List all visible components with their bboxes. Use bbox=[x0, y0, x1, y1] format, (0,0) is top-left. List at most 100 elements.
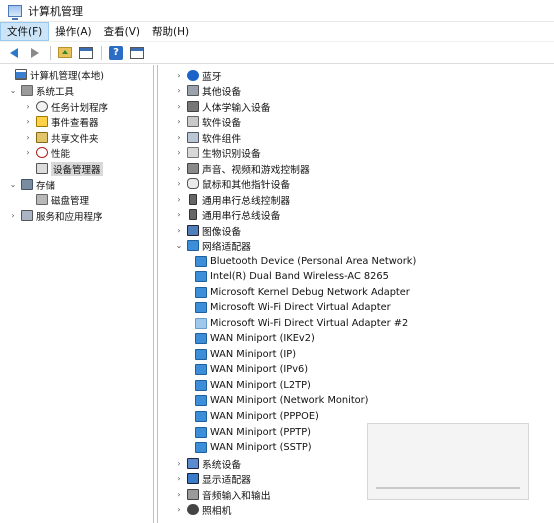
device-label: 人体学输入设备 bbox=[202, 102, 271, 114]
chevron-right-icon[interactable]: › bbox=[174, 179, 184, 188]
tree-item-performance[interactable]: › 性能 bbox=[23, 145, 70, 160]
up-level-button[interactable] bbox=[55, 44, 75, 62]
device-category-software-components[interactable]: › 软件组件 bbox=[174, 130, 241, 145]
menu-bar: 文件(F) 操作(A) 查看(V) 帮助(H) bbox=[0, 22, 554, 42]
device-item[interactable]: Microsoft Wi-Fi Direct Virtual Adapter bbox=[192, 300, 391, 315]
menu-help[interactable]: 帮助(H) bbox=[146, 23, 195, 40]
chevron-down-icon[interactable]: ⌄ bbox=[174, 241, 184, 250]
device-category-camera[interactable]: › 照相机 bbox=[174, 502, 231, 517]
device-label: WAN Miniport (SSTP) bbox=[210, 442, 312, 453]
device-item[interactable]: WAN Miniport (IPv6) bbox=[192, 362, 308, 377]
help-button[interactable]: ? bbox=[106, 44, 126, 62]
chevron-right-icon[interactable]: › bbox=[174, 71, 184, 80]
tools-icon bbox=[21, 85, 33, 96]
chevron-right-icon[interactable]: › bbox=[174, 117, 184, 126]
chevron-right-icon[interactable]: › bbox=[174, 86, 184, 95]
menu-action[interactable]: 操作(A) bbox=[49, 23, 97, 40]
device-item[interactable]: Intel(R) Dual Band Wireless-AC 8265 bbox=[192, 269, 389, 284]
chevron-right-icon[interactable]: › bbox=[174, 195, 184, 204]
chevron-right-icon[interactable]: › bbox=[174, 148, 184, 157]
display-adapter-icon bbox=[187, 473, 199, 484]
device-item[interactable]: WAN Miniport (IKEv2) bbox=[192, 331, 315, 346]
network-adapter-icon bbox=[195, 380, 207, 391]
tree-item-disk-management[interactable]: 磁盘管理 bbox=[23, 192, 89, 207]
usb-icon bbox=[189, 194, 197, 205]
tree-item-storage[interactable]: ⌄ 存储 bbox=[8, 177, 55, 192]
device-label: WAN Miniport (PPPOE) bbox=[210, 411, 319, 422]
device-category-usb-devices[interactable]: › 通用串行总线设备 bbox=[174, 207, 280, 222]
device-category-bluetooth[interactable]: › 蓝牙 bbox=[174, 68, 222, 83]
tree-item-label: 磁盘管理 bbox=[51, 195, 90, 207]
forward-button[interactable] bbox=[25, 44, 45, 62]
device-category-audio-io[interactable]: › 音频输入和输出 bbox=[174, 487, 271, 502]
chevron-right-icon[interactable]: › bbox=[174, 505, 184, 514]
device-label: WAN Miniport (PPTP) bbox=[210, 427, 311, 438]
action-pane-button[interactable] bbox=[127, 44, 147, 62]
device-item[interactable]: Microsoft Kernel Debug Network Adapter bbox=[192, 285, 410, 300]
device-item[interactable]: Microsoft Wi-Fi Direct Virtual Adapter #… bbox=[192, 316, 408, 331]
device-category-usb-controllers[interactable]: › 通用串行总线控制器 bbox=[174, 192, 290, 207]
tree-item-label: 计算机管理(本地) bbox=[30, 70, 104, 82]
chevron-right-icon[interactable]: › bbox=[174, 133, 184, 142]
device-label: Intel(R) Dual Band Wireless-AC 8265 bbox=[210, 271, 389, 282]
device-item[interactable]: WAN Miniport (PPPOE) bbox=[192, 409, 319, 424]
tree-item-computer-management[interactable]: 计算机管理(本地) bbox=[2, 67, 104, 82]
chevron-right-icon[interactable]: › bbox=[23, 102, 33, 111]
chevron-right-icon[interactable]: › bbox=[174, 490, 184, 499]
device-item[interactable]: WAN Miniport (IP) bbox=[192, 347, 296, 362]
device-label: 显示适配器 bbox=[202, 474, 251, 486]
device-label: WAN Miniport (Network Monitor) bbox=[210, 395, 369, 406]
device-label: 图像设备 bbox=[202, 226, 242, 238]
chevron-down-icon[interactable]: ⌄ bbox=[8, 180, 18, 189]
device-label: WAN Miniport (IKEv2) bbox=[210, 333, 315, 344]
device-item[interactable]: WAN Miniport (PPTP) bbox=[192, 425, 311, 440]
device-label: Microsoft Wi-Fi Direct Virtual Adapter #… bbox=[210, 318, 409, 329]
device-item[interactable]: WAN Miniport (SSTP) bbox=[192, 440, 312, 455]
device-category-sound[interactable]: › 声音、视频和游戏控制器 bbox=[174, 161, 310, 176]
device-category-network-adapters[interactable]: ⌄ 网络适配器 bbox=[174, 238, 251, 253]
device-category-system[interactable]: › 系统设备 bbox=[174, 456, 241, 471]
other-devices-icon bbox=[187, 85, 199, 96]
tree-item-device-manager[interactable]: 设备管理器 bbox=[23, 161, 103, 176]
device-label: 照相机 bbox=[202, 505, 232, 517]
chevron-right-icon[interactable]: › bbox=[174, 164, 184, 173]
chevron-right-icon[interactable]: › bbox=[174, 226, 184, 235]
device-category-mouse[interactable]: › 鼠标和其他指针设备 bbox=[174, 176, 290, 191]
device-item[interactable]: WAN Miniport (L2TP) bbox=[192, 378, 311, 393]
tree-item-event-viewer[interactable]: › 事件查看器 bbox=[23, 114, 99, 129]
device-category-imaging[interactable]: › 图像设备 bbox=[174, 223, 241, 238]
chevron-right-icon[interactable]: › bbox=[23, 117, 33, 126]
watermark bbox=[367, 423, 529, 500]
chevron-right-icon[interactable]: › bbox=[174, 474, 184, 483]
tree-item-services-and-applications[interactable]: › 服务和应用程序 bbox=[8, 208, 103, 223]
chevron-right-icon[interactable]: › bbox=[174, 459, 184, 468]
chevron-right-icon[interactable]: › bbox=[23, 148, 33, 157]
storage-icon bbox=[21, 179, 33, 190]
device-item[interactable]: Bluetooth Device (Personal Area Network) bbox=[192, 254, 416, 269]
back-button[interactable] bbox=[4, 44, 24, 62]
tree-item-shared-folders[interactable]: › 共享文件夹 bbox=[23, 130, 99, 145]
device-item[interactable]: WAN Miniport (Network Monitor) bbox=[192, 393, 369, 408]
device-category-other[interactable]: › 其他设备 bbox=[174, 83, 241, 98]
toolbar: ? bbox=[0, 42, 554, 64]
tree-item-system-tools[interactable]: ⌄ 系统工具 bbox=[8, 83, 74, 98]
device-label: 软件设备 bbox=[202, 117, 242, 129]
chevron-down-icon[interactable]: ⌄ bbox=[8, 86, 18, 95]
device-category-display[interactable]: › 显示适配器 bbox=[174, 471, 251, 486]
device-manager-icon bbox=[36, 163, 48, 174]
device-category-hid[interactable]: › 人体学输入设备 bbox=[174, 99, 271, 114]
menu-view[interactable]: 查看(V) bbox=[98, 23, 146, 40]
chevron-right-icon[interactable]: › bbox=[174, 102, 184, 111]
device-label: Microsoft Kernel Debug Network Adapter bbox=[210, 287, 410, 298]
chevron-right-icon[interactable]: › bbox=[8, 211, 18, 220]
show-hide-tree-button[interactable] bbox=[76, 44, 96, 62]
device-category-biometric[interactable]: › 生物识别设备 bbox=[174, 145, 261, 160]
device-label: 通用串行总线设备 bbox=[202, 210, 281, 222]
tree-item-task-scheduler[interactable]: › 任务计划程序 bbox=[23, 99, 108, 114]
chevron-right-icon[interactable]: › bbox=[174, 210, 184, 219]
menu-file[interactable]: 文件(F) bbox=[0, 22, 50, 41]
device-category-software-devices[interactable]: › 软件设备 bbox=[174, 114, 241, 129]
back-arrow-icon bbox=[10, 47, 18, 58]
chevron-right-icon[interactable]: › bbox=[23, 133, 33, 142]
network-adapter-icon bbox=[195, 349, 207, 360]
